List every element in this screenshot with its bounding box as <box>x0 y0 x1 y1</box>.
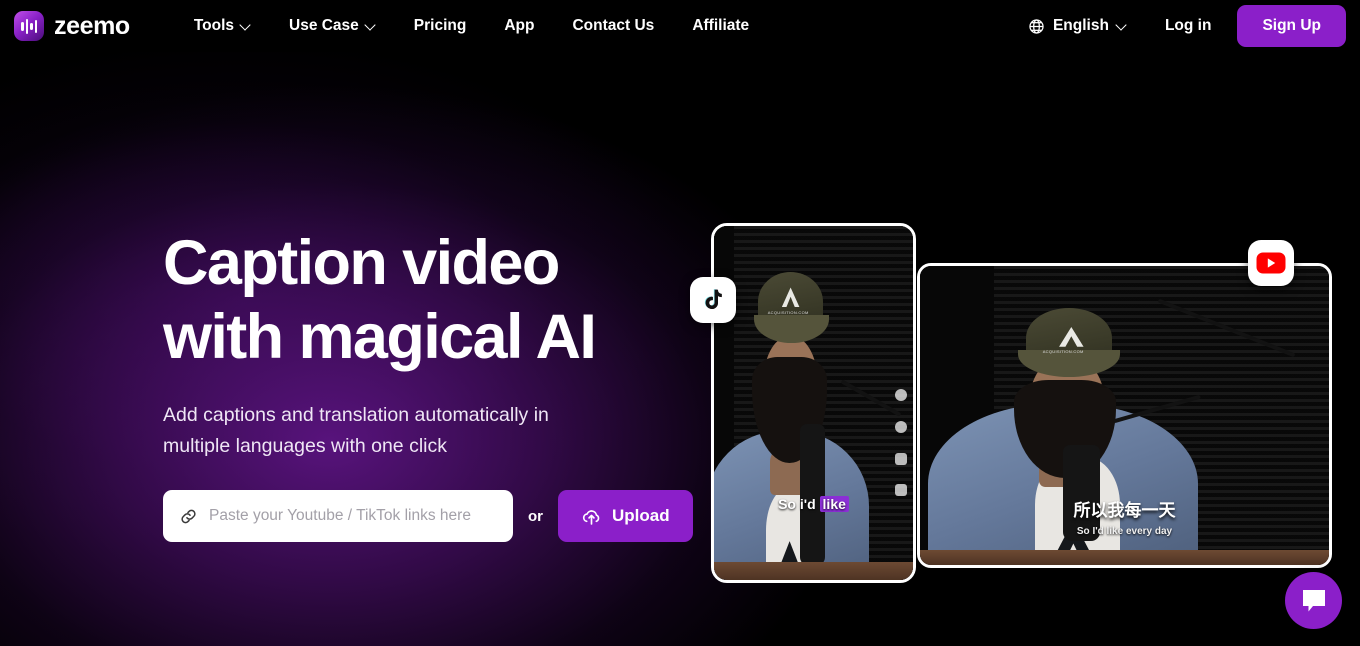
hero-content: Caption video with magical AI Add captio… <box>163 226 703 542</box>
nav-item-affiliate[interactable]: Affiliate <box>673 0 768 52</box>
landing-page: zeemo Tools Use Case Pricing App Contact… <box>0 0 1360 646</box>
cap-brand-text: ACQUISITION.COM <box>1042 348 1084 354</box>
youtube-glyph <box>1256 252 1286 274</box>
url-input-wrapper[interactable] <box>163 490 513 542</box>
cloud-upload-icon <box>582 509 600 525</box>
brand-logo[interactable]: zeemo <box>14 11 130 41</box>
chevron-down-icon <box>1117 21 1127 31</box>
caption-overlay: So i'd like <box>714 496 913 512</box>
upload-button-label: Upload <box>612 506 670 525</box>
caption-highlight: like <box>819 496 849 512</box>
nav-item-contact-us[interactable]: Contact Us <box>553 0 673 52</box>
chevron-down-icon <box>241 21 251 31</box>
nav-item-label: App <box>504 17 535 34</box>
tiktok-glyph <box>704 289 722 310</box>
waveform-logo-icon <box>14 11 44 41</box>
youtube-icon <box>1248 240 1294 286</box>
separator-label: or <box>528 507 543 525</box>
language-label: English <box>1052 17 1109 34</box>
cap-brand-text: ACQUISITION.COM <box>767 309 809 315</box>
video-preview-group: ACQUISITION.COM 所以我每一天 So I'd like every… <box>690 215 1350 590</box>
login-button[interactable]: Log in <box>1139 17 1238 35</box>
caption-english: So I'd like every day <box>1076 526 1173 537</box>
globe-icon <box>1029 18 1044 34</box>
caption-prefix: So i'd <box>778 496 820 512</box>
nav-item-label: Contact Us <box>572 17 655 34</box>
nav-item-label: Pricing <box>413 17 467 34</box>
nav-item-use-case[interactable]: Use Case <box>270 0 395 52</box>
nav-item-label: Use Case <box>289 17 359 34</box>
nav-item-tools[interactable]: Tools <box>175 0 270 52</box>
chat-widget-button[interactable] <box>1285 572 1342 629</box>
page-title: Caption video with magical AI <box>163 228 597 372</box>
youtube-video-preview[interactable]: ACQUISITION.COM 所以我每一天 So I'd like every… <box>917 263 1332 568</box>
upload-button[interactable]: Upload <box>558 490 693 542</box>
language-selector[interactable]: English <box>1016 17 1139 35</box>
tiktok-video-preview[interactable]: ACQUISITION.COM So i'd like <box>711 223 916 583</box>
signup-button[interactable]: Sign Up <box>1237 5 1346 47</box>
hero-actions: or Upload <box>163 490 703 542</box>
top-navigation-bar: zeemo Tools Use Case Pricing App Contact… <box>0 0 1360 52</box>
hero-subtitle: Add captions and translation automatical… <box>163 404 549 457</box>
chevron-down-icon <box>366 21 376 31</box>
search-input[interactable] <box>209 507 497 525</box>
video-frame: ACQUISITION.COM So i'd like <box>714 226 913 580</box>
video-frame: ACQUISITION.COM 所以我每一天 So I'd like every… <box>920 266 1329 565</box>
chat-bubble-icon <box>1302 589 1325 611</box>
nav-item-label: Affiliate <box>692 17 750 34</box>
nav-item-app[interactable]: App <box>485 0 553 52</box>
caption-chinese: 所以我每一天 <box>1073 501 1176 521</box>
brand-name: zeemo <box>54 11 130 40</box>
nav-links: Tools Use Case Pricing App Contact Us Af… <box>175 0 768 52</box>
nav-right-group: English Log in Sign Up <box>1016 5 1346 47</box>
nav-item-label: Tools <box>193 17 234 34</box>
nav-item-pricing[interactable]: Pricing <box>395 0 486 52</box>
link-icon <box>181 509 196 523</box>
